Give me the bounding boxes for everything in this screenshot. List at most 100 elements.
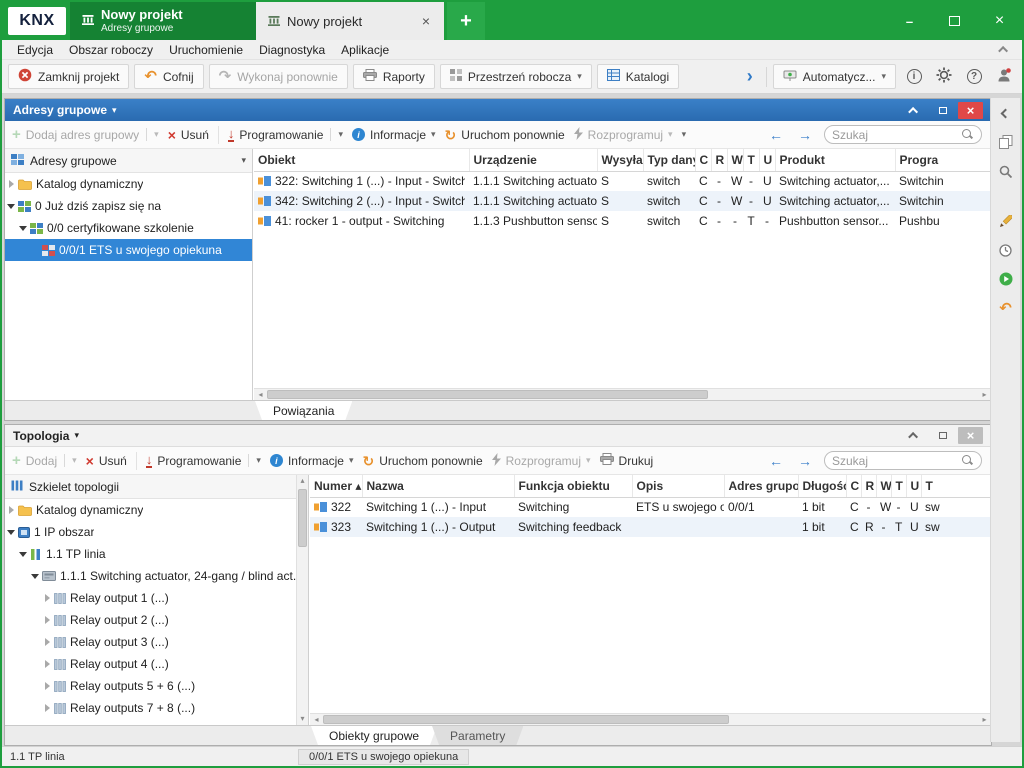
menu-item[interactable]: Edycja xyxy=(10,43,60,57)
tree-item[interactable]: Relay outputs 9 + 10 (...) xyxy=(5,719,308,725)
tab-close-icon[interactable] xyxy=(420,13,432,29)
help-button[interactable]: ? xyxy=(962,65,986,89)
expand-arrow-icon[interactable] xyxy=(43,704,51,712)
tree-item[interactable]: 1 IP obszar xyxy=(5,521,308,543)
chevron-down-icon[interactable] xyxy=(256,456,261,465)
undo-button[interactable]: Cofnij xyxy=(134,64,203,89)
menu-item[interactable]: Aplikacje xyxy=(334,43,396,57)
clock-icon[interactable] xyxy=(994,240,1018,260)
workspace-button[interactable]: Przestrzeń robocza xyxy=(440,64,592,89)
program-button[interactable]: Programowanie xyxy=(146,453,261,468)
tree-view-selector[interactable]: Adresy grupowe xyxy=(5,149,252,173)
column-header[interactable]: Funkcja obiektu xyxy=(514,475,632,497)
table-row[interactable]: 342: Switching 2 (...) - Input - Switchi… xyxy=(254,191,991,211)
search-input[interactable] xyxy=(832,128,962,142)
horizontal-scrollbar[interactable]: ◂ ▸ xyxy=(310,713,991,725)
table-row[interactable]: 41: rocker 1 - output - Switching1.1.3 P… xyxy=(254,211,991,231)
expand-arrow-icon[interactable] xyxy=(43,616,51,624)
collapse-ribbon-icon[interactable] xyxy=(1001,46,1008,53)
expand-arrow-icon[interactable] xyxy=(7,506,15,514)
unload-button[interactable]: Rozprogramuj xyxy=(492,453,591,469)
menu-item[interactable]: Obszar roboczy xyxy=(62,43,160,57)
menu-item[interactable]: Uruchomienie xyxy=(162,43,250,57)
column-header[interactable]: U xyxy=(906,475,921,497)
delete-button[interactable]: Usuń xyxy=(168,128,209,142)
print-button[interactable]: Drukuj xyxy=(600,453,654,468)
column-header[interactable]: W xyxy=(876,475,891,497)
clipboard-icon[interactable] xyxy=(994,132,1018,152)
restart-button[interactable]: Uruchom ponownie xyxy=(445,128,565,142)
scroll-up-arrow[interactable]: ▴ xyxy=(300,475,304,487)
forward-button[interactable] xyxy=(795,453,815,469)
expand-arrow-icon[interactable] xyxy=(43,682,51,690)
bus-connection-button[interactable]: Automatycz... xyxy=(773,64,896,89)
tree-item[interactable]: 0/0/1 ETS u swojego opiekuna xyxy=(5,239,252,261)
panel-float-button[interactable] xyxy=(930,427,955,444)
collapse-rail-chevron-icon[interactable] xyxy=(994,103,1018,123)
undo-icon[interactable]: ↶ xyxy=(994,298,1018,318)
reports-button[interactable]: Raporty xyxy=(353,64,435,89)
scrollbar-thumb[interactable] xyxy=(298,489,307,547)
tree-item[interactable]: Katalog dynamiczny xyxy=(5,173,252,195)
new-tab-button[interactable] xyxy=(447,2,485,40)
toolbar-more-button[interactable] xyxy=(682,130,687,139)
tab-obiekty-grupowe[interactable]: Obiekty grupowe xyxy=(311,726,437,745)
tree-view-selector[interactable]: Szkielet topologii xyxy=(5,475,308,499)
column-header[interactable]: Adres grupow xyxy=(724,475,798,497)
column-header[interactable]: Opis xyxy=(632,475,724,497)
add-group-address-button[interactable]: Dodaj adres grupowy xyxy=(12,127,159,142)
scrollbar-thumb[interactable] xyxy=(267,390,708,399)
tree-item[interactable]: Relay output 4 (...) xyxy=(5,653,308,675)
table-row[interactable]: 323Switching 1 (...) - OutputSwitching f… xyxy=(310,517,991,537)
table-row[interactable]: 322Switching 1 (...) - InputSwitchingETS… xyxy=(310,497,991,517)
column-header[interactable]: Progra xyxy=(895,149,991,171)
collapse-arrow-icon[interactable] xyxy=(19,226,27,231)
tree-item[interactable]: 1.1 TP linia xyxy=(5,543,308,565)
catalogs-button[interactable]: Katalogi xyxy=(597,64,679,89)
program-button[interactable]: Programowanie xyxy=(228,127,343,142)
column-header[interactable]: Numer ▴ xyxy=(310,475,362,497)
expand-arrow-icon[interactable] xyxy=(43,660,51,668)
search-icon[interactable] xyxy=(994,161,1018,181)
scrollbar-track[interactable] xyxy=(267,389,978,400)
collapse-arrow-icon[interactable] xyxy=(7,530,15,535)
column-header[interactable]: R xyxy=(861,475,876,497)
tree-item[interactable]: Relay outputs 5 + 6 (...) xyxy=(5,675,308,697)
scrollbar-track[interactable] xyxy=(297,487,308,713)
document-tab[interactable]: Nowy projekt xyxy=(256,2,444,40)
unload-button[interactable]: Rozprogramuj xyxy=(574,127,673,143)
close-project-button[interactable]: Zamknij projekt xyxy=(8,64,129,89)
restart-button[interactable]: Uruchom ponownie xyxy=(363,454,483,468)
info-dropdown-button[interactable]: Informacje xyxy=(352,128,436,142)
minimize-button[interactable] xyxy=(887,2,932,40)
horizontal-scrollbar[interactable]: ◂ ▸ xyxy=(254,388,991,400)
scrollbar-track[interactable] xyxy=(323,714,978,725)
tree-item[interactable]: Relay output 1 (...) xyxy=(5,587,308,609)
tab-powiazania[interactable]: Powiązania xyxy=(255,401,352,420)
scrollbar-thumb[interactable] xyxy=(323,715,729,724)
expand-arrow-icon[interactable] xyxy=(7,180,15,188)
scroll-down-arrow[interactable]: ▾ xyxy=(300,713,304,725)
column-header[interactable]: Produkt xyxy=(775,149,895,171)
tree-item[interactable]: Relay output 2 (...) xyxy=(5,609,308,631)
panel-float-button[interactable] xyxy=(930,102,955,119)
toolbar-overflow-chevron[interactable] xyxy=(740,66,760,87)
tab-parametry[interactable]: Parametry xyxy=(432,726,523,745)
column-header[interactable]: Nazwa xyxy=(362,475,514,497)
expand-arrow-icon[interactable] xyxy=(43,638,51,646)
column-header[interactable]: R xyxy=(711,149,727,171)
expand-arrow-icon[interactable] xyxy=(43,594,51,602)
redo-button[interactable]: Wykonaj ponownie xyxy=(209,64,348,89)
table-row[interactable]: 322: Switching 1 (...) - Input - Switchi… xyxy=(254,171,991,191)
panel-close-button[interactable] xyxy=(958,102,983,119)
panel-minimize-button[interactable] xyxy=(902,427,927,444)
back-button[interactable] xyxy=(766,127,786,143)
column-header[interactable]: T xyxy=(743,149,759,171)
column-header[interactable]: U xyxy=(759,149,775,171)
profile-button[interactable] xyxy=(992,65,1016,89)
pencil-icon[interactable] xyxy=(994,211,1018,231)
collapse-arrow-icon[interactable] xyxy=(19,552,27,557)
tree-item[interactable]: 0 Już dziś zapisz się na xyxy=(5,195,252,217)
close-button[interactable] xyxy=(977,2,1022,40)
settings-button[interactable] xyxy=(932,65,956,89)
